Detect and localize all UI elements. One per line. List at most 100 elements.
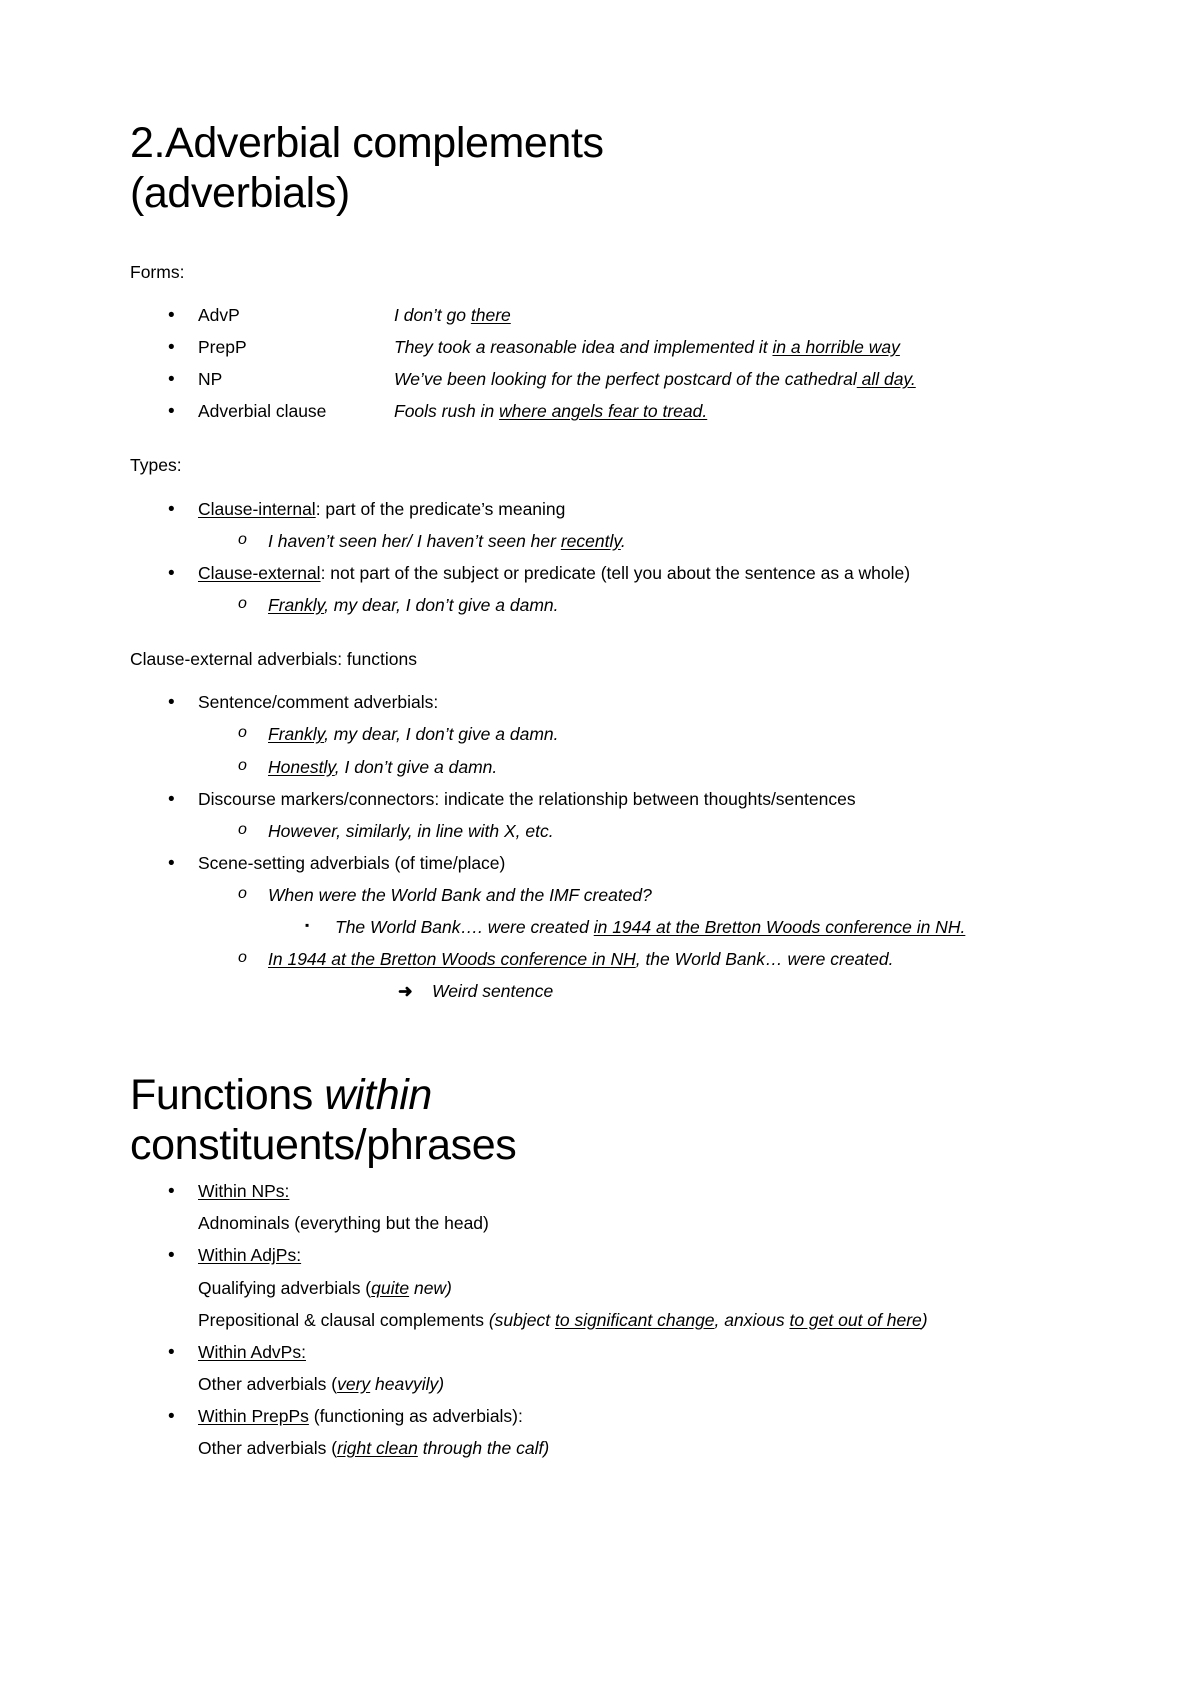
list-item: • Within PrepPs (functioning as adverbia… bbox=[130, 1403, 1070, 1430]
form-label: AdvP bbox=[198, 304, 240, 325]
example-text: I haven’t seen her/ I haven’t seen her bbox=[268, 530, 561, 551]
example-text: , my dear, I don’t give a damn. bbox=[324, 594, 559, 615]
example-underlined: Honestly bbox=[268, 756, 335, 777]
section-title-line2: constituents/phrases bbox=[130, 1120, 517, 1169]
bullet-disc-icon: • bbox=[168, 304, 175, 326]
bullet-circle-icon: o bbox=[238, 949, 247, 967]
functions-list: • Sentence/comment adverbials: o Frankly… bbox=[130, 689, 1070, 973]
within-heading: Within AdvPs: bbox=[198, 1341, 306, 1362]
example-underlined: where angels fear to tread. bbox=[499, 401, 708, 422]
form-label: Adverbial clause bbox=[198, 401, 327, 422]
type-term: Clause-internal bbox=[198, 498, 316, 519]
type-term: Clause-external bbox=[198, 562, 321, 583]
within-continuation: Qualifying adverbials (quite new) bbox=[130, 1275, 1070, 1302]
bullet-disc-icon: • bbox=[168, 1341, 175, 1363]
example-text: ) bbox=[921, 1309, 928, 1330]
text: Qualifying adverbials ( bbox=[198, 1277, 372, 1298]
example-underlined: Frankly bbox=[268, 724, 325, 745]
list-item: o When were the World Bank and the IMF c… bbox=[130, 882, 1070, 909]
within-heading: Within PrepPs bbox=[198, 1406, 309, 1427]
within-heading: Within NPs: bbox=[198, 1181, 290, 1202]
list-item: • Within AdvPs: bbox=[130, 1339, 1070, 1366]
page-title: 2.Adverbial complements (adverbials) bbox=[130, 118, 890, 219]
form-example: They took a reasonable idea and implemen… bbox=[394, 334, 1070, 361]
example-underlined: all day. bbox=[856, 369, 916, 390]
bullet-circle-icon: o bbox=[238, 530, 247, 548]
example-underlined: in 1944 at the Bretton Woods conference … bbox=[593, 917, 966, 938]
list-item: • PrepP They took a reasonable idea and … bbox=[130, 334, 1070, 361]
list-item: • Clause-external: not part of the subje… bbox=[130, 560, 1070, 587]
list-item: • Adverbial clause Fools rush in where a… bbox=[130, 398, 1070, 425]
example-text: , the World Bank… were created. bbox=[635, 949, 894, 970]
example-text: However, similarly, in line with X, etc. bbox=[268, 820, 554, 841]
forms-heading: Forms: bbox=[130, 261, 185, 282]
group-heading: Scene-setting adverbials (of time/place) bbox=[198, 852, 506, 873]
list-item: • AdvP I don’t go there bbox=[130, 302, 1070, 329]
type-description: : not part of the subject or predicate (… bbox=[320, 562, 911, 583]
within-continuation: Other adverbials (right clean through th… bbox=[130, 1435, 1070, 1462]
bullet-circle-icon: o bbox=[238, 756, 247, 774]
bullet-disc-icon: • bbox=[168, 369, 175, 391]
section-title-italic: within bbox=[324, 1070, 432, 1119]
example-text: . bbox=[620, 530, 626, 551]
within-continuation: Other adverbials (very heavyily) bbox=[130, 1371, 1070, 1398]
type-description: : part of the predicate’s meaning bbox=[315, 498, 566, 519]
group-heading: Sentence/comment adverbials: bbox=[198, 692, 439, 713]
section-title: Functions within constituents/phrases bbox=[130, 1070, 890, 1171]
list-item: o In 1944 at the Bretton Woods conferenc… bbox=[130, 946, 1070, 973]
forms-list: • AdvP I don’t go there • PrepP They too… bbox=[130, 302, 1070, 426]
example-underlined: In 1944 at the Bretton Woods conference … bbox=[268, 949, 636, 970]
example-text: I don’t go bbox=[394, 304, 471, 325]
list-item: o Frankly, my dear, I don’t give a damn. bbox=[130, 721, 1070, 748]
text: Prepositional & clausal complements bbox=[198, 1309, 489, 1330]
list-item: o I haven’t seen her/ I haven’t seen her… bbox=[130, 528, 1070, 555]
example-text: heavyily) bbox=[370, 1373, 445, 1394]
within-continuation: Adnominals (everything but the head) bbox=[198, 1213, 489, 1234]
title-spacer bbox=[130, 219, 1070, 259]
form-label: PrepP bbox=[198, 336, 247, 357]
list-item: • Sentence/comment adverbials: bbox=[130, 689, 1070, 716]
functions-heading: Clause-external adverbials: functions bbox=[130, 649, 417, 670]
example-underlined: very bbox=[337, 1373, 371, 1394]
bullet-square-icon: ▪ bbox=[305, 918, 310, 933]
list-item: • NP We’ve been looking for the perfect … bbox=[130, 366, 1070, 393]
bullet-disc-icon: • bbox=[168, 692, 175, 714]
bullet-disc-icon: • bbox=[168, 788, 175, 810]
bullet-disc-icon: • bbox=[168, 498, 175, 520]
bullet-circle-icon: o bbox=[238, 820, 247, 838]
example-underlined: to significant change bbox=[554, 1309, 715, 1330]
bullet-disc-icon: • bbox=[168, 1245, 175, 1267]
example-text: (subject bbox=[488, 1309, 555, 1330]
example-underlined: Frankly bbox=[268, 594, 325, 615]
bullet-disc-icon: • bbox=[168, 1406, 175, 1428]
arrow-note: ➜ Weird sentence bbox=[130, 978, 1070, 1005]
bullet-circle-icon: o bbox=[238, 724, 247, 742]
example-text: Fools rush in bbox=[394, 401, 500, 422]
list-item: o However, similarly, in line with X, et… bbox=[130, 818, 1070, 845]
example-underlined: there bbox=[470, 304, 511, 325]
example-underlined: recently bbox=[560, 530, 621, 551]
list-item: ▪ The World Bank…. were created in 1944 … bbox=[130, 914, 1070, 941]
bullet-disc-icon: • bbox=[168, 336, 175, 358]
form-example: I don’t go there bbox=[394, 302, 1070, 329]
example-text: , anxious bbox=[714, 1309, 790, 1330]
example-text: The World Bank…. were created bbox=[335, 917, 594, 938]
types-heading: Types: bbox=[130, 455, 182, 476]
list-item: • Within AdjPs: bbox=[130, 1242, 1070, 1269]
example-underlined: right clean bbox=[337, 1438, 418, 1459]
bullet-circle-icon: o bbox=[238, 885, 247, 903]
example-underlined: to get out of here bbox=[789, 1309, 922, 1330]
example-text: When were the World Bank and the IMF cre… bbox=[268, 885, 652, 906]
example-underlined: in a horrible way bbox=[772, 336, 900, 357]
example-text: new) bbox=[409, 1277, 452, 1298]
list-item: • Discourse markers/connectors: indicate… bbox=[130, 786, 1070, 813]
within-continuation: Prepositional & clausal complements (sub… bbox=[130, 1307, 1070, 1334]
arrow-note-label: Weird sentence bbox=[432, 981, 554, 1002]
bullet-disc-icon: • bbox=[168, 852, 175, 874]
